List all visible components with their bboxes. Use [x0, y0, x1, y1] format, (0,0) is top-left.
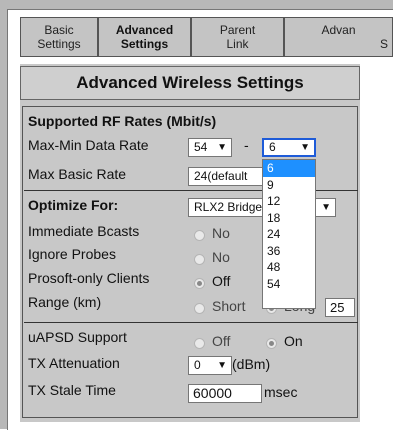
- dropdown-option[interactable]: 54: [263, 276, 315, 293]
- chevron-down-icon: ▼: [217, 360, 227, 371]
- uapsd-off-radio[interactable]: [194, 338, 205, 349]
- min-rate-value: 6: [269, 140, 276, 154]
- tab-label: Link: [226, 37, 249, 51]
- tab-label: Settings: [120, 37, 169, 51]
- max-basic-rate-value: 24(default: [194, 169, 248, 183]
- dropdown-option[interactable]: 12: [263, 193, 315, 210]
- max-basic-rate-select[interactable]: 24(default: [188, 167, 264, 186]
- dropdown-option[interactable]: 36: [263, 243, 315, 260]
- ignore-probes-no-label: No: [212, 249, 230, 265]
- tab-advanced-settings[interactable]: Advanced Settings: [98, 17, 191, 57]
- min-rate-select[interactable]: 6 ▼: [262, 138, 316, 157]
- prosoft-off-radio[interactable]: [194, 278, 205, 289]
- rate-separator: -: [244, 137, 249, 153]
- chevron-down-icon: ▼: [217, 142, 227, 153]
- tx-stale-time-input[interactable]: 60000: [188, 384, 262, 403]
- dropdown-option[interactable]: 24: [263, 226, 315, 243]
- optimize-for-value: RLX2 Bridge: [194, 200, 263, 214]
- range-label: Range (km): [28, 294, 102, 310]
- prosoft-only-clients-label: Prosoft-only Clients: [28, 270, 150, 286]
- ignore-probes-label: Ignore Probes: [28, 246, 116, 262]
- tab-parent-link[interactable]: Parent Link: [191, 17, 284, 57]
- tab-label: Settings: [37, 37, 81, 51]
- dropdown-option[interactable]: 6: [263, 160, 315, 177]
- tab-label: Advan: [321, 23, 356, 37]
- immediate-bcasts-no-radio[interactable]: [194, 230, 205, 241]
- rf-rates-heading: Supported RF Rates (Mbit/s): [28, 113, 217, 129]
- uapsd-on-label: On: [284, 333, 303, 349]
- tab-bar: Basic Settings Advanced Settings Parent …: [20, 17, 393, 59]
- max-basic-rate-label: Max Basic Rate: [28, 166, 127, 182]
- tx-attenuation-label: TX Attenuation: [28, 355, 120, 371]
- prosoft-off-label: Off: [212, 273, 231, 289]
- range-short-radio[interactable]: [194, 303, 205, 314]
- immediate-bcasts-label: Immediate Bcasts: [28, 223, 140, 239]
- uapsd-support-label: uAPSD Support: [28, 329, 127, 345]
- uapsd-off-label: Off: [212, 333, 231, 349]
- tab-label: S: [379, 37, 388, 51]
- optimize-for-label: Optimize For:: [28, 197, 119, 213]
- max-rate-value: 54: [194, 140, 208, 154]
- max-rate-select[interactable]: 54 ▼: [188, 138, 232, 157]
- tx-stale-time-unit: msec: [264, 384, 298, 400]
- dropdown-option[interactable]: 48: [263, 259, 315, 276]
- chevron-down-icon: ▼: [321, 202, 331, 213]
- tab-advanced-cut[interactable]: Advan S: [284, 17, 393, 57]
- dropdown-option[interactable]: 9: [263, 177, 315, 194]
- tab-label: Advanced: [115, 23, 174, 37]
- range-short-label: Short: [212, 298, 246, 314]
- tab-label: Basic: [44, 23, 74, 37]
- ignore-probes-no-radio[interactable]: [194, 254, 205, 265]
- tx-attenuation-value: 0: [194, 358, 201, 372]
- page-title: Advanced Wireless Settings: [20, 66, 360, 100]
- dropdown-option[interactable]: 18: [263, 210, 315, 227]
- max-min-rate-label: Max-Min Data Rate: [28, 137, 149, 153]
- tx-attenuation-select[interactable]: 0 ▼: [188, 356, 232, 375]
- tab-basic-settings[interactable]: Basic Settings: [20, 17, 98, 57]
- tab-label: Parent: [219, 23, 256, 37]
- immediate-bcasts-no-label: No: [212, 225, 230, 241]
- uapsd-on-radio[interactable]: [266, 338, 277, 349]
- range-km-input[interactable]: 25: [325, 298, 355, 317]
- tx-stale-time-label: TX Stale Time: [28, 382, 116, 398]
- divider: [24, 322, 358, 323]
- min-rate-dropdown-list: 6 9 12 18 24 36 48 54: [262, 159, 316, 309]
- chevron-down-icon: ▼: [300, 142, 310, 153]
- tx-attenuation-unit: (dBm): [232, 356, 271, 372]
